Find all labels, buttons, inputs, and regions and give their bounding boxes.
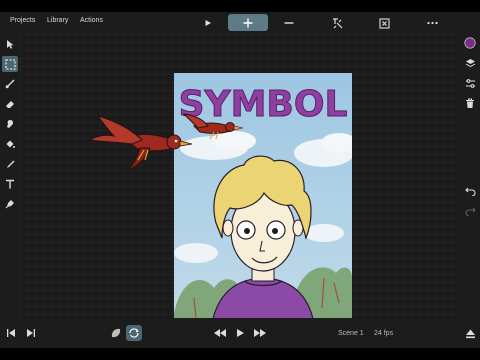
add-frame-button[interactable] (228, 14, 268, 31)
eyedropper-icon[interactable] (2, 156, 18, 172)
brush-icon[interactable] (2, 76, 18, 92)
top-toolbar: Projects Library Actions (0, 12, 480, 34)
more-icon[interactable] (424, 15, 440, 31)
redo-icon[interactable] (462, 203, 478, 219)
onion-toggle-icon[interactable] (108, 325, 124, 341)
adjust-icon[interactable] (462, 75, 478, 91)
scene-label[interactable]: Scene 1 (338, 330, 364, 337)
eject-icon[interactable] (462, 325, 478, 341)
pointer-icon[interactable] (2, 36, 18, 52)
play-button-icon[interactable] (232, 325, 248, 341)
right-toolbar (460, 34, 480, 318)
play-icon[interactable] (200, 15, 216, 31)
pen-icon[interactable] (2, 196, 18, 212)
eraser-icon[interactable] (2, 96, 18, 112)
menu-actions[interactable]: Actions (80, 17, 103, 24)
text-icon[interactable] (2, 176, 18, 192)
minus-icon[interactable] (281, 15, 297, 31)
timeline-bar: Scene 1 24 fps (0, 318, 480, 348)
rewind-icon[interactable] (212, 325, 228, 341)
workspace[interactable]: SYMBOL (20, 34, 460, 340)
previous-frame-icon[interactable] (4, 325, 20, 341)
loop-icon[interactable] (126, 325, 142, 341)
fill-icon[interactable] (2, 136, 18, 152)
animation-app: Projects Library Actions SYMBOL Scene 1 … (0, 12, 480, 348)
menu-library[interactable]: Library (47, 17, 68, 24)
selection-icon[interactable] (2, 56, 18, 72)
layers-icon[interactable] (462, 55, 478, 71)
smudge-icon[interactable] (2, 116, 18, 132)
onion-skin-icon[interactable] (329, 15, 345, 31)
trash-icon[interactable] (462, 95, 478, 111)
plus-icon (243, 18, 253, 27)
frame-fit-icon[interactable] (376, 15, 392, 31)
fps-label[interactable]: 24 fps (374, 330, 393, 337)
left-toolbar (0, 34, 20, 318)
undo-icon[interactable] (462, 183, 478, 199)
fast-forward-icon[interactable] (252, 325, 268, 341)
next-frame-icon[interactable] (22, 325, 38, 341)
bird-small[interactable] (180, 112, 246, 142)
color-swatch-icon[interactable] (462, 35, 478, 51)
menu-projects[interactable]: Projects (10, 17, 35, 24)
